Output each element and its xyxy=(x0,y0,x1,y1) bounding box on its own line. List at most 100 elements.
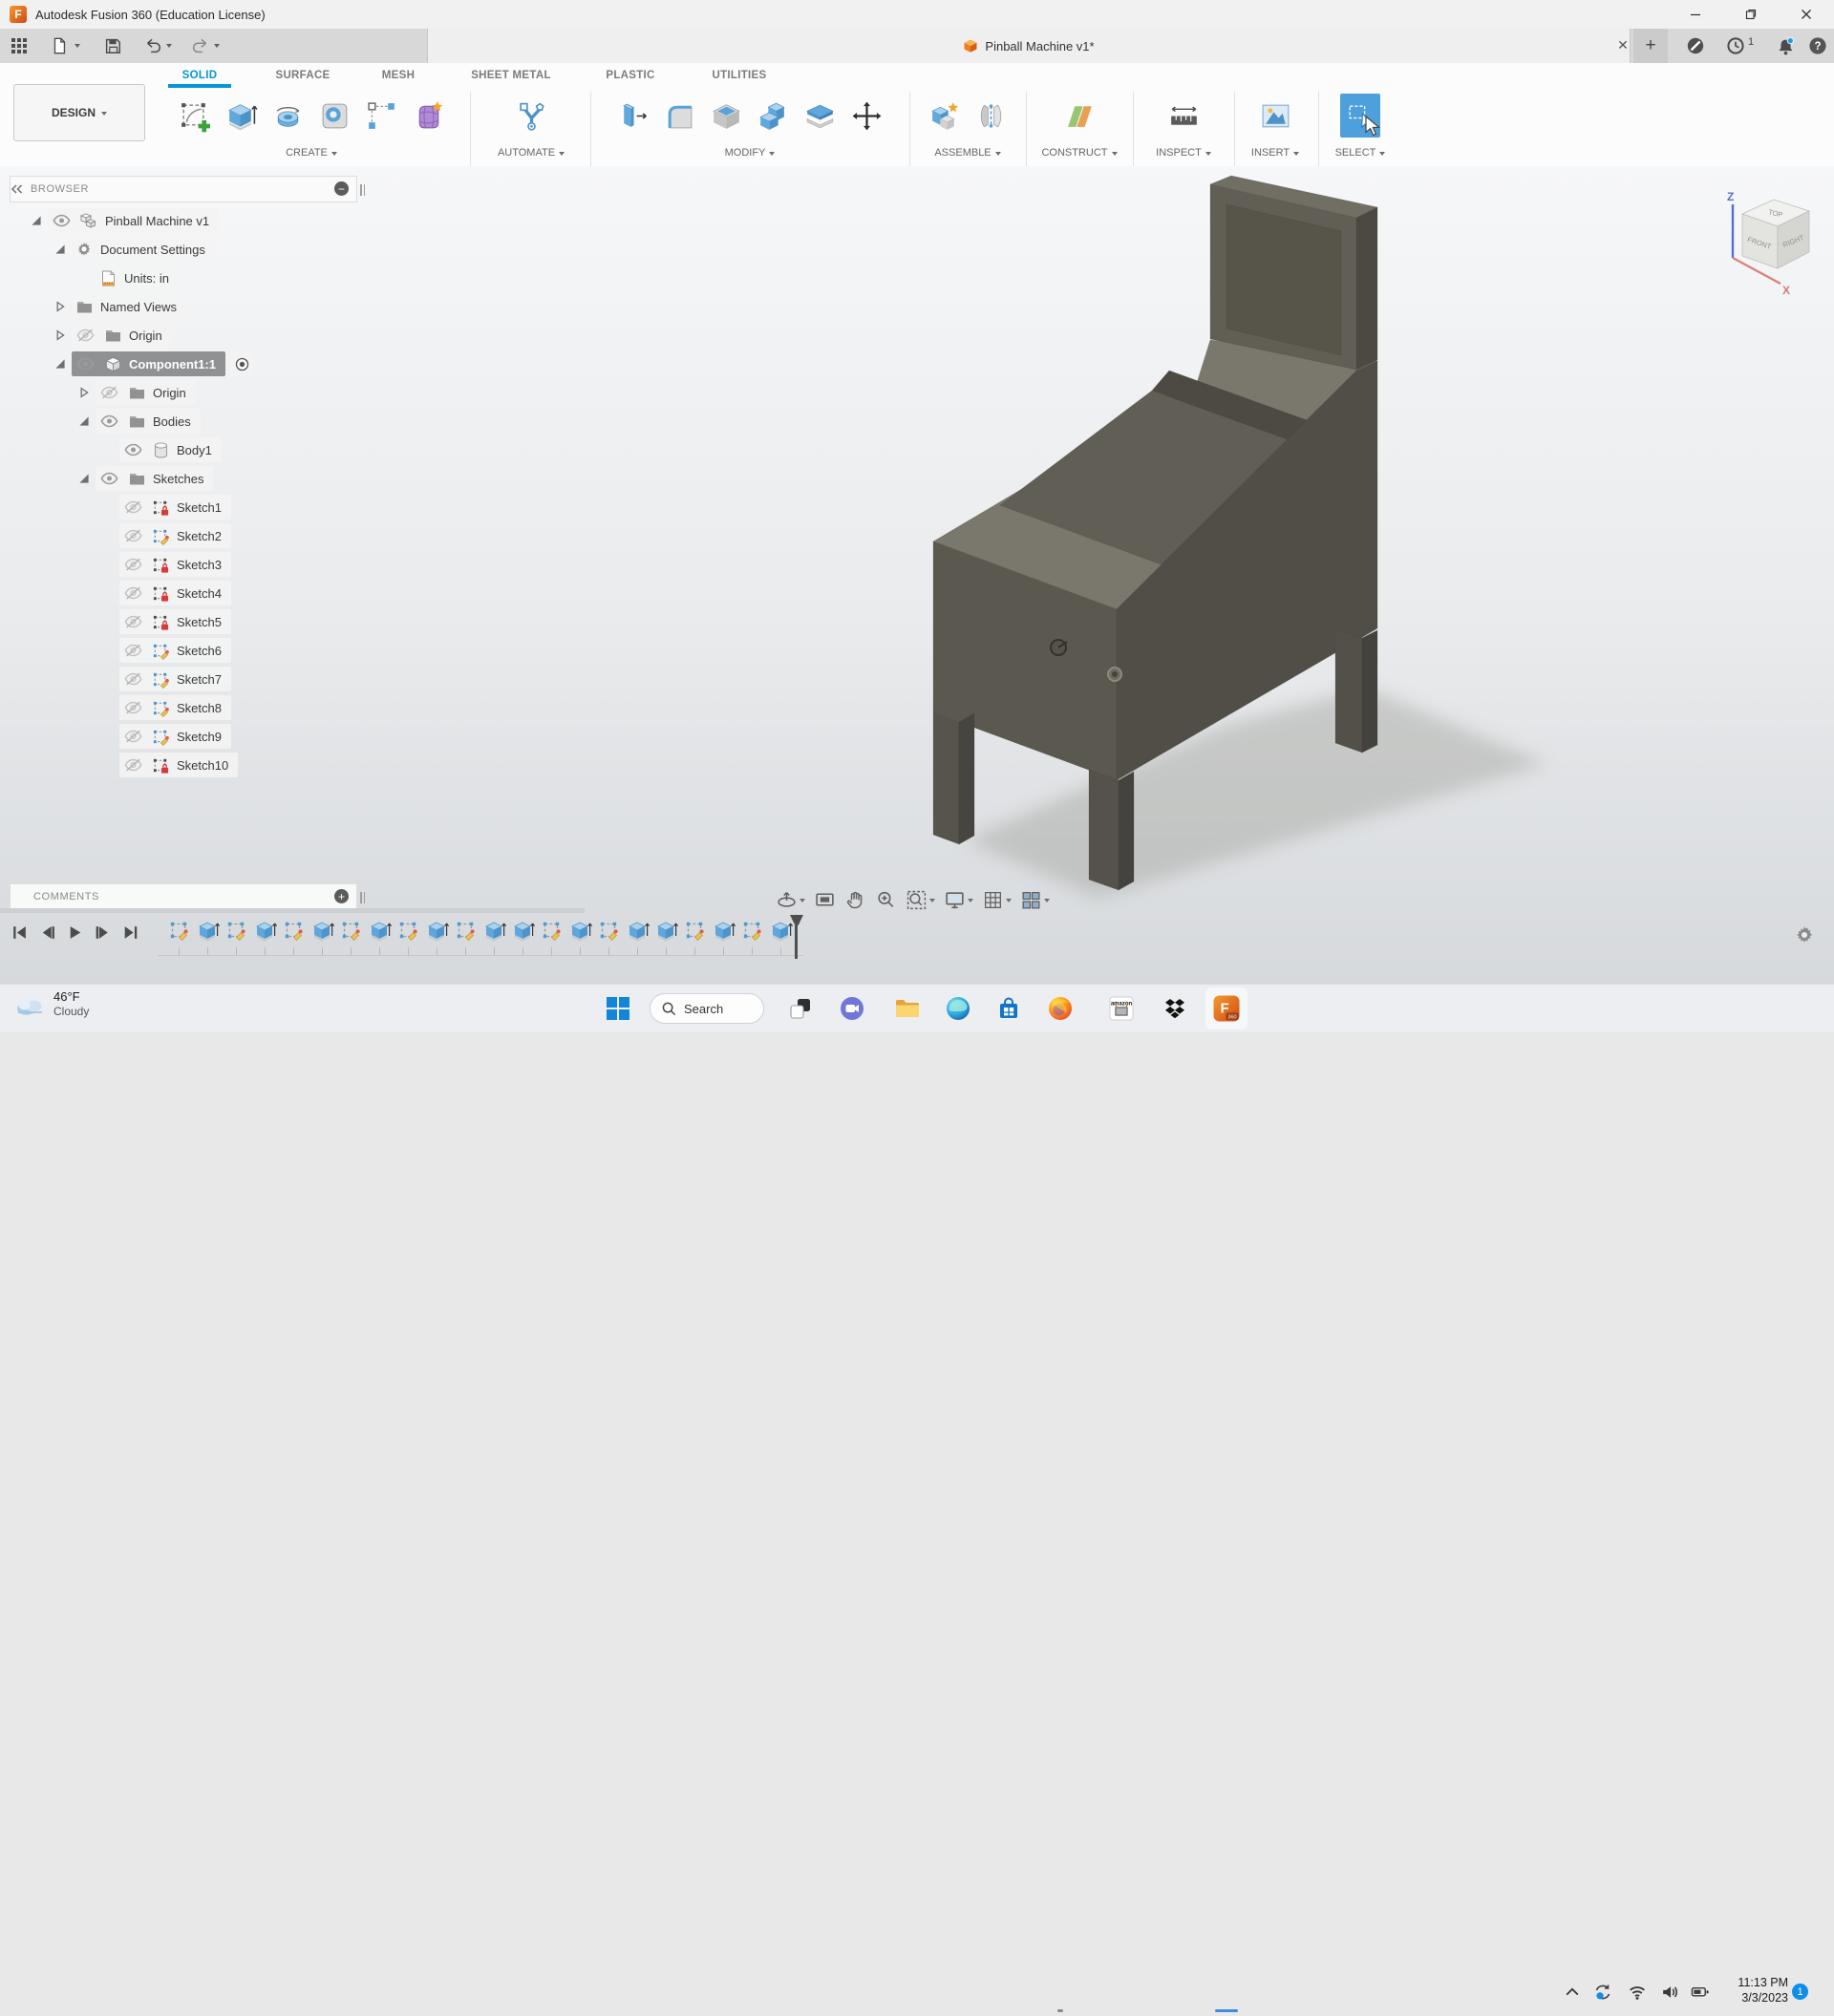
timeline-feature-extrude[interactable] xyxy=(713,919,736,942)
visibility-off-icon[interactable] xyxy=(121,615,144,628)
group-label-inspect[interactable]: INSPECT xyxy=(1137,143,1230,162)
app-grid-icon[interactable] xyxy=(8,35,31,56)
browser-row-pinball-machine-v1[interactable]: Pinball Machine v1 xyxy=(10,206,373,235)
timeline-feature-extrude[interactable] xyxy=(369,919,392,942)
ribbon-tab-mesh[interactable]: MESH xyxy=(373,63,424,88)
browser-row-sketches[interactable]: Sketches xyxy=(10,464,373,493)
comments-header[interactable]: COMMENTS + xyxy=(10,883,357,910)
orbit-tool[interactable] xyxy=(776,889,805,911)
sync-update-icon[interactable] xyxy=(1593,1983,1612,2002)
visibility-off-icon[interactable] xyxy=(121,672,144,686)
search-input[interactable]: Search xyxy=(650,993,764,1024)
undo-dropdown[interactable] xyxy=(166,44,172,51)
minimize-button[interactable] xyxy=(1668,0,1723,29)
group-label-assemble[interactable]: ASSEMBLE xyxy=(913,143,1022,162)
timeline-settings-gear-icon[interactable] xyxy=(1796,926,1813,944)
close-button[interactable] xyxy=(1779,0,1834,29)
browser-header[interactable]: BROWSER − xyxy=(10,176,357,202)
browser-row-sketch3[interactable]: Sketch3 xyxy=(10,550,373,579)
fillet-button[interactable] xyxy=(660,94,700,138)
browser-row-sketch4[interactable]: Sketch4 xyxy=(10,579,373,607)
timeline-feature-sketch[interactable] xyxy=(684,919,707,942)
save-icon[interactable] xyxy=(101,35,124,56)
visibility-on-icon[interactable] xyxy=(121,443,144,456)
file-menu-dropdown[interactable] xyxy=(75,44,80,51)
timeline-feature-sketch[interactable] xyxy=(455,919,478,942)
collapse-arrow-icon[interactable] xyxy=(49,358,72,370)
visibility-off-icon[interactable] xyxy=(121,701,144,714)
timeline-step-back-button[interactable] xyxy=(37,923,56,942)
ribbon-tab-utilities[interactable]: UTILITIES xyxy=(705,63,774,88)
joint-button[interactable] xyxy=(971,94,1012,138)
extensions-icon[interactable] xyxy=(1685,35,1706,56)
taskbar-app-firefox[interactable] xyxy=(1047,995,1074,1022)
collapse-arrow-icon[interactable] xyxy=(73,473,96,484)
visibility-off-icon[interactable] xyxy=(121,644,144,657)
visibility-off-icon[interactable] xyxy=(121,500,144,514)
activate-component-radio[interactable] xyxy=(230,351,253,376)
volume-icon[interactable] xyxy=(1660,1983,1679,2002)
browser-row-document-settings[interactable]: Document Settings xyxy=(10,235,373,264)
viewport-canvas[interactable]: Z X TOP FRONT RIGHT BROWSER − Pinball Ma… xyxy=(0,166,1834,984)
collapse-arrow-icon[interactable] xyxy=(49,244,72,255)
timeline-feature-extrude[interactable] xyxy=(512,919,535,942)
new-document-tab-button[interactable]: + xyxy=(1633,29,1668,63)
redo-dropdown[interactable] xyxy=(214,44,220,51)
visibility-on-icon[interactable] xyxy=(50,214,73,227)
taskbar-app-task-view[interactable] xyxy=(787,995,814,1022)
combine-button[interactable] xyxy=(754,94,794,138)
workspace-selector[interactable]: DESIGN xyxy=(13,84,145,141)
start-button[interactable] xyxy=(605,995,631,1022)
visibility-off-icon[interactable] xyxy=(121,730,144,743)
group-label-create[interactable]: CREATE xyxy=(158,143,465,162)
taskbar-app-edge[interactable] xyxy=(945,995,971,1022)
timeline-step-forward-button[interactable] xyxy=(93,923,112,942)
configure-button[interactable] xyxy=(511,94,551,138)
group-label-construct[interactable]: CONSTRUCT xyxy=(1030,143,1129,162)
visibility-off-icon[interactable] xyxy=(74,329,96,342)
file-menu-icon[interactable] xyxy=(48,35,71,56)
timeline-scrollbar[interactable] xyxy=(0,908,585,913)
look-at-tool[interactable] xyxy=(814,889,836,911)
zoom-tool[interactable] xyxy=(875,889,897,911)
ribbon-tab-solid[interactable]: SOLID xyxy=(168,63,231,88)
browser-row-sketch8[interactable]: Sketch8 xyxy=(10,693,373,722)
move-button[interactable] xyxy=(847,94,887,138)
fit-tool[interactable] xyxy=(906,889,935,911)
timeline-feature-sketch[interactable] xyxy=(741,919,764,942)
comments-add-icon[interactable]: + xyxy=(334,889,349,903)
close-document-icon[interactable]: ✕ xyxy=(1612,34,1633,55)
timeline-feature-sketch[interactable] xyxy=(168,919,191,942)
extrude-button[interactable] xyxy=(222,94,262,138)
browser-row-sketch7[interactable]: Sketch7 xyxy=(10,665,373,693)
visibility-on-icon[interactable] xyxy=(74,357,96,371)
clock[interactable]: 11:13 PM 3/3/2023 xyxy=(1719,1975,1788,2006)
timeline-feature-sketch[interactable] xyxy=(397,919,420,942)
timeline-feature-extrude[interactable] xyxy=(569,919,592,942)
collapse-arrow-icon[interactable] xyxy=(25,215,48,226)
browser-row-origin[interactable]: Origin xyxy=(10,321,373,350)
timeline-feature-sketch[interactable] xyxy=(283,919,306,942)
grid-display-tool[interactable] xyxy=(982,889,1012,911)
create-form-button[interactable] xyxy=(409,94,449,138)
collapse-panel-icon[interactable] xyxy=(11,184,23,194)
timeline-feature-extrude[interactable] xyxy=(254,919,277,942)
browser-row-origin[interactable]: Origin xyxy=(10,378,373,407)
browser-row-sketch10[interactable]: Sketch10 xyxy=(10,751,373,779)
browser-row-sketch1[interactable]: Sketch1 xyxy=(10,493,373,521)
job-status-clock-icon[interactable] xyxy=(1725,35,1746,56)
collapse-arrow-icon[interactable] xyxy=(73,415,96,427)
group-label-insert[interactable]: INSERT xyxy=(1236,143,1314,162)
hole-button[interactable] xyxy=(315,94,355,138)
measure-button[interactable] xyxy=(1163,94,1204,138)
pattern-button[interactable] xyxy=(362,94,402,138)
timeline-feature-extrude[interactable] xyxy=(197,919,220,942)
browser-row-sketch9[interactable]: Sketch9 xyxy=(10,722,373,751)
document-tab[interactable]: Pinball Machine v1* xyxy=(427,29,1631,63)
visibility-on-icon[interactable] xyxy=(97,414,120,428)
timeline-feature-sketch[interactable] xyxy=(225,919,248,942)
timeline-feature-sketch[interactable] xyxy=(541,919,564,942)
undo-icon[interactable] xyxy=(141,35,164,56)
timeline-feature-sketch[interactable] xyxy=(598,919,621,942)
taskbar-app-fusion-360[interactable]: F360 xyxy=(1205,987,1248,1029)
